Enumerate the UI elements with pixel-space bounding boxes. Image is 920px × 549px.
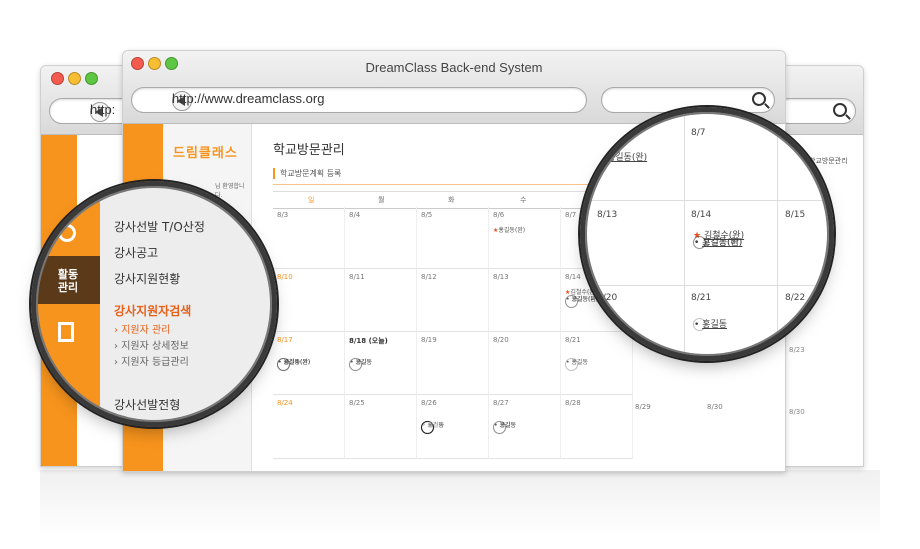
calendar-day-cell[interactable]: 8/11 <box>345 269 417 332</box>
back-search-bar[interactable] <box>776 98 856 124</box>
day-number: 8/27 <box>493 399 509 407</box>
monitor-icon[interactable] <box>52 404 64 413</box>
close-dot-icon[interactable] <box>51 72 64 85</box>
calendar-day-cell[interactable]: 8/4 <box>345 207 417 269</box>
visit-list: 홍길동(완) <box>493 227 525 234</box>
day-number: 8/17 <box>277 336 293 344</box>
calendar-day-cell[interactable]: 8/18 (오늘)홍길동고길동 <box>345 332 417 395</box>
calendar-day-cell[interactable]: 8/24 <box>273 395 345 459</box>
visit-item[interactable]: 홍길동(완) <box>493 227 525 234</box>
calendar-day-cell[interactable]: 8/10 <box>273 269 345 332</box>
day-number: 8/4 <box>349 211 361 219</box>
extra-date-830: 8/30 <box>707 403 723 411</box>
weekday-wed: 수 <box>520 196 527 204</box>
section-title: 학교방문계획 등록 <box>273 168 341 179</box>
day-number: 8/14 <box>565 273 581 281</box>
calendar-day-cell[interactable]: 8/26홍길동고길동김철수김철수김철수김철수김철수 <box>417 395 489 459</box>
weekday-tue: 화 <box>448 196 455 204</box>
back-right-label: 학교방문관리 <box>809 157 848 165</box>
back-right-date-1: 8/23 <box>789 346 805 354</box>
weekday-sun: 일 <box>308 196 315 204</box>
day-number: 8/25 <box>349 399 365 407</box>
calendar-day-cell[interactable]: 8/20 <box>489 332 561 395</box>
url-bar[interactable]: http://www.dreamclass.org <box>131 87 587 113</box>
day-number: 8/20 <box>493 336 509 344</box>
calendar-day-cell[interactable]: 8/12 <box>417 269 489 332</box>
day-number: 8/19 <box>421 336 437 344</box>
day-number: 8/6 <box>493 211 505 219</box>
day-number: 8/28 <box>565 399 581 407</box>
day-number: 8/11 <box>349 273 365 281</box>
weekday-mon: 월 <box>378 196 385 204</box>
calendar-day-cell[interactable]: 8/3 <box>273 207 345 269</box>
day-number: 8/21 <box>565 336 581 344</box>
visit-item[interactable]: 고길동(미) <box>565 295 598 308</box>
calendar-day-cell[interactable]: 8/25 <box>345 395 417 459</box>
page-title: 학교방문관리 <box>273 143 345 158</box>
calendar-day-cell[interactable]: 8/19 <box>417 332 489 395</box>
day-number: 8/26 <box>421 399 437 407</box>
extra-date-829: 8/29 <box>635 403 651 411</box>
calendar-day-cell[interactable]: 8/28 <box>561 395 633 459</box>
day-number: 8/13 <box>493 273 509 281</box>
calendar-day-cell[interactable]: 8/5 <box>417 207 489 269</box>
day-number: 8/10 <box>277 273 293 281</box>
day-number: 8/18 (오늘) <box>349 337 388 345</box>
url-text: http://www.dreamclass.org <box>172 91 325 106</box>
calendar-day-cell[interactable]: 8/17홍길동(완)고길동(완)김철수(완) <box>273 332 345 395</box>
floor-shadow <box>40 470 880 540</box>
right-magnifier-ring <box>580 107 834 361</box>
visit-item[interactable]: 고길동 <box>493 421 516 434</box>
maximize-dot-icon[interactable] <box>85 72 98 85</box>
back-url-text: http: <box>90 102 116 117</box>
day-number: 8/24 <box>277 399 293 407</box>
day-number: 8/5 <box>421 211 433 219</box>
minimize-dot-icon[interactable] <box>68 72 81 85</box>
window-title: DreamClass Back-end System <box>365 60 543 75</box>
calendar-day-cell[interactable]: 8/6 홍길동(완) <box>489 207 561 269</box>
left-magnifier-ring <box>31 181 277 427</box>
visit-item[interactable]: 고길동 <box>349 358 372 371</box>
calendar-day-cell[interactable]: 8/21 홍길동 <box>561 332 633 395</box>
search-icon[interactable] <box>752 92 766 106</box>
visit-item[interactable]: 홍길동 <box>565 358 588 371</box>
day-number: 8/7 <box>565 211 577 219</box>
logo: 드림클래스 <box>173 146 238 161</box>
calendar-day-cell[interactable]: 8/27홍길동고길동 <box>489 395 561 459</box>
search-icon[interactable] <box>833 103 847 117</box>
back-right-date-2: 8/30 <box>789 408 805 416</box>
day-number: 8/12 <box>421 273 437 281</box>
visit-item[interactable]: 김철수 <box>421 421 444 434</box>
calendar-day-cell[interactable]: 8/13 <box>489 269 561 332</box>
visit-item[interactable]: 김철수(완) <box>277 358 310 371</box>
day-number: 8/3 <box>277 211 289 219</box>
